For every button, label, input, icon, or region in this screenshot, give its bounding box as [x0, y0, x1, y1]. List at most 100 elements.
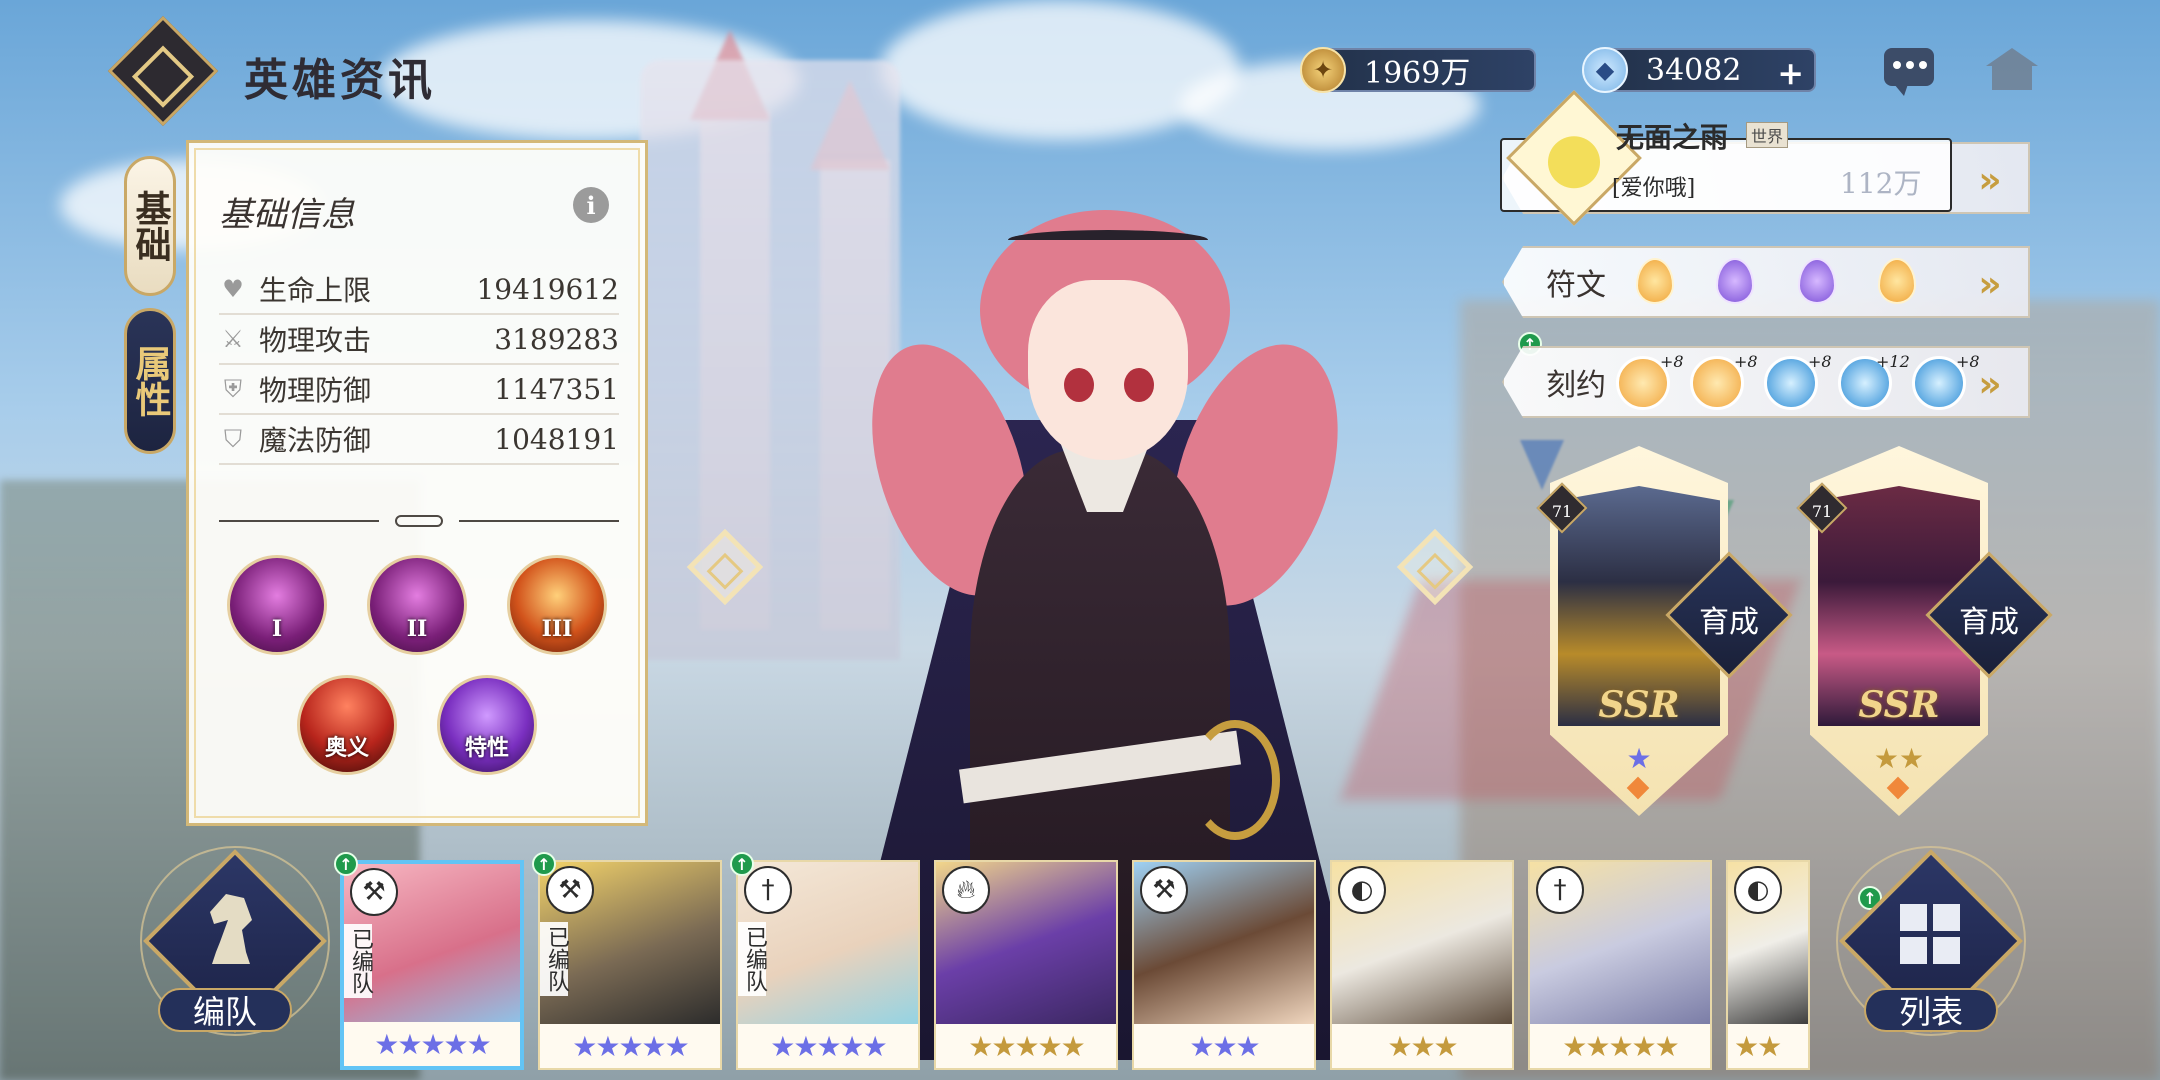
gold-amount: 1969万: [1364, 56, 1471, 91]
skill-label: I: [271, 616, 283, 642]
add-gems-button[interactable]: +: [1777, 54, 1804, 92]
chat-faded-text: 112万: [1840, 167, 1922, 200]
skill-3-button[interactable]: III: [507, 555, 607, 655]
chess-knight-icon: [210, 894, 252, 964]
rune-slot-gold-icon[interactable]: [1878, 258, 1916, 304]
axe-icon: ⚒: [1140, 866, 1188, 914]
star-rating: ★★★★★: [738, 1024, 918, 1068]
skill-label: 特性: [464, 735, 509, 761]
sword-icon: ⚔: [222, 325, 244, 353]
pact-label: 刻约: [1546, 368, 1606, 403]
rune-slot-purple-icon[interactable]: [1716, 258, 1754, 304]
hero-card[interactable]: ◐ ★★★: [1330, 860, 1514, 1070]
stat-label: 物理攻击: [259, 324, 372, 357]
axe-icon: ⚒: [546, 866, 594, 914]
tab-attributes-label: 属性: [129, 345, 172, 417]
info-button[interactable]: i: [573, 187, 609, 223]
tab-attributes[interactable]: 属性: [124, 308, 176, 454]
stat-row-phys-atk: ⚔ 物理攻击 3189283: [219, 315, 619, 365]
rune-slot-purple-icon[interactable]: [1798, 258, 1836, 304]
gem-counter[interactable]: ◆ 34082 +: [1582, 47, 1816, 93]
stat-row-phys-def: ⛨ 物理防御 1147351: [219, 365, 619, 415]
stat-label: 魔法防御: [259, 424, 372, 457]
skill-label: III: [541, 616, 573, 642]
star-rating: ★: [1626, 742, 1652, 775]
ultimate-skill-button[interactable]: 奥义: [297, 675, 397, 775]
hero-card[interactable]: ⚒ 已编队 ★★★★★: [538, 860, 722, 1070]
mask-icon: ◐: [1338, 866, 1386, 914]
star-rating: ★★★★★: [1530, 1024, 1710, 1068]
in-team-tag: 已编队: [344, 924, 373, 998]
upgrade-arrow-icon: ↑: [532, 852, 556, 876]
gold-counter[interactable]: ✦ 1969万: [1300, 47, 1536, 93]
mask-icon: ◐: [1734, 866, 1782, 914]
skill-label: 奥义: [324, 735, 369, 761]
rarity-label: SSR: [1858, 684, 1940, 726]
stat-value: 1147351: [494, 372, 619, 406]
home-icon: [1986, 48, 2038, 66]
stat-label: 生命上限: [259, 274, 372, 307]
sword-icon: †: [1536, 866, 1584, 914]
in-team-tag: 已编队: [738, 922, 767, 996]
in-team-tag: 已编队: [540, 922, 569, 996]
stat-row-hp: ♥ 生命上限 19419612: [219, 265, 619, 315]
skill-1-button[interactable]: I: [227, 555, 327, 655]
ornamental-divider: [219, 515, 619, 527]
double-chevron-right-icon[interactable]: »: [1962, 152, 2018, 208]
chat-icon: [1893, 61, 1927, 71]
gold-coin-icon: ✦: [1300, 47, 1346, 93]
magic-shield-icon: ⛉: [224, 425, 242, 453]
skill-2-button[interactable]: II: [367, 555, 467, 655]
partner-level: 71: [1551, 501, 1573, 521]
chat-sender-name: 无面之雨: [1616, 121, 1729, 154]
cultivate-label: 育成: [1959, 605, 2019, 641]
star-rating: ★★: [1873, 742, 1925, 775]
pact-level: +8: [1660, 352, 1684, 371]
rune-slot-gold-icon[interactable]: [1636, 258, 1674, 304]
skill-label: II: [406, 616, 428, 642]
chat-button[interactable]: [1884, 48, 1934, 96]
hero-card[interactable]: ⚒ ★★★: [1132, 860, 1316, 1070]
stat-value: 19419612: [476, 272, 619, 306]
page-title: 英雄资讯: [244, 55, 436, 106]
rarity-label: SSR: [1598, 684, 1680, 726]
axe-icon: ⚒: [350, 868, 398, 916]
list-button-label[interactable]: 列表: [1864, 988, 1998, 1032]
tab-basic[interactable]: 基础: [124, 156, 176, 296]
heart-icon: ♥: [222, 275, 244, 303]
world-channel-tag: 世界: [1746, 122, 1789, 148]
double-chevron-right-icon[interactable]: »: [1962, 256, 2018, 312]
star-rating: ★★: [1728, 1024, 1808, 1068]
gem-amount: 34082: [1646, 52, 1742, 88]
chat-message: [爱你哦]: [1612, 176, 1696, 201]
runes-panel[interactable]: 符文 »: [1502, 246, 2030, 318]
star-rating: ★★★: [1332, 1024, 1512, 1068]
runes-label: 符文: [1546, 268, 1606, 303]
hero-card[interactable]: ⚒ 已编队 ★★★★★: [340, 860, 524, 1070]
stat-label: 物理防御: [259, 374, 372, 407]
pact-level: +12: [1876, 352, 1910, 371]
panel-title: 基础信息: [219, 195, 355, 235]
stat-row-magic-def: ⛉ 魔法防御 1048191: [219, 415, 619, 465]
cultivate-label: 育成: [1699, 605, 1759, 641]
stat-value: 1048191: [494, 422, 619, 456]
shield-icon: ⛨: [224, 375, 242, 403]
partner-level: 71: [1811, 501, 1833, 521]
fire-icon: 🔥︎: [942, 866, 990, 914]
grid-icon: [1900, 904, 1960, 964]
pact-level: +8: [1956, 352, 1980, 371]
upgrade-arrow-icon: ↑: [334, 852, 358, 876]
star-rating: ★★★: [1134, 1024, 1314, 1068]
trait-skill-button[interactable]: 特性: [437, 675, 537, 775]
hero-card[interactable]: 🔥︎ ★★★★★: [934, 860, 1118, 1070]
hero-card[interactable]: † 已编队 ★★★★★: [736, 860, 920, 1070]
star-rating: ★★★★★: [936, 1024, 1116, 1068]
tab-basic-label: 基础: [129, 190, 172, 262]
gem-icon: ◆: [1582, 47, 1628, 93]
pact-level: +8: [1734, 352, 1758, 371]
star-rating: ★★★★★: [540, 1024, 720, 1068]
home-button[interactable]: [1986, 48, 2038, 90]
team-button-label[interactable]: 编队: [158, 988, 292, 1032]
hero-card[interactable]: ◐ ★★: [1726, 860, 1810, 1070]
hero-card[interactable]: † ★★★★★: [1528, 860, 1712, 1070]
